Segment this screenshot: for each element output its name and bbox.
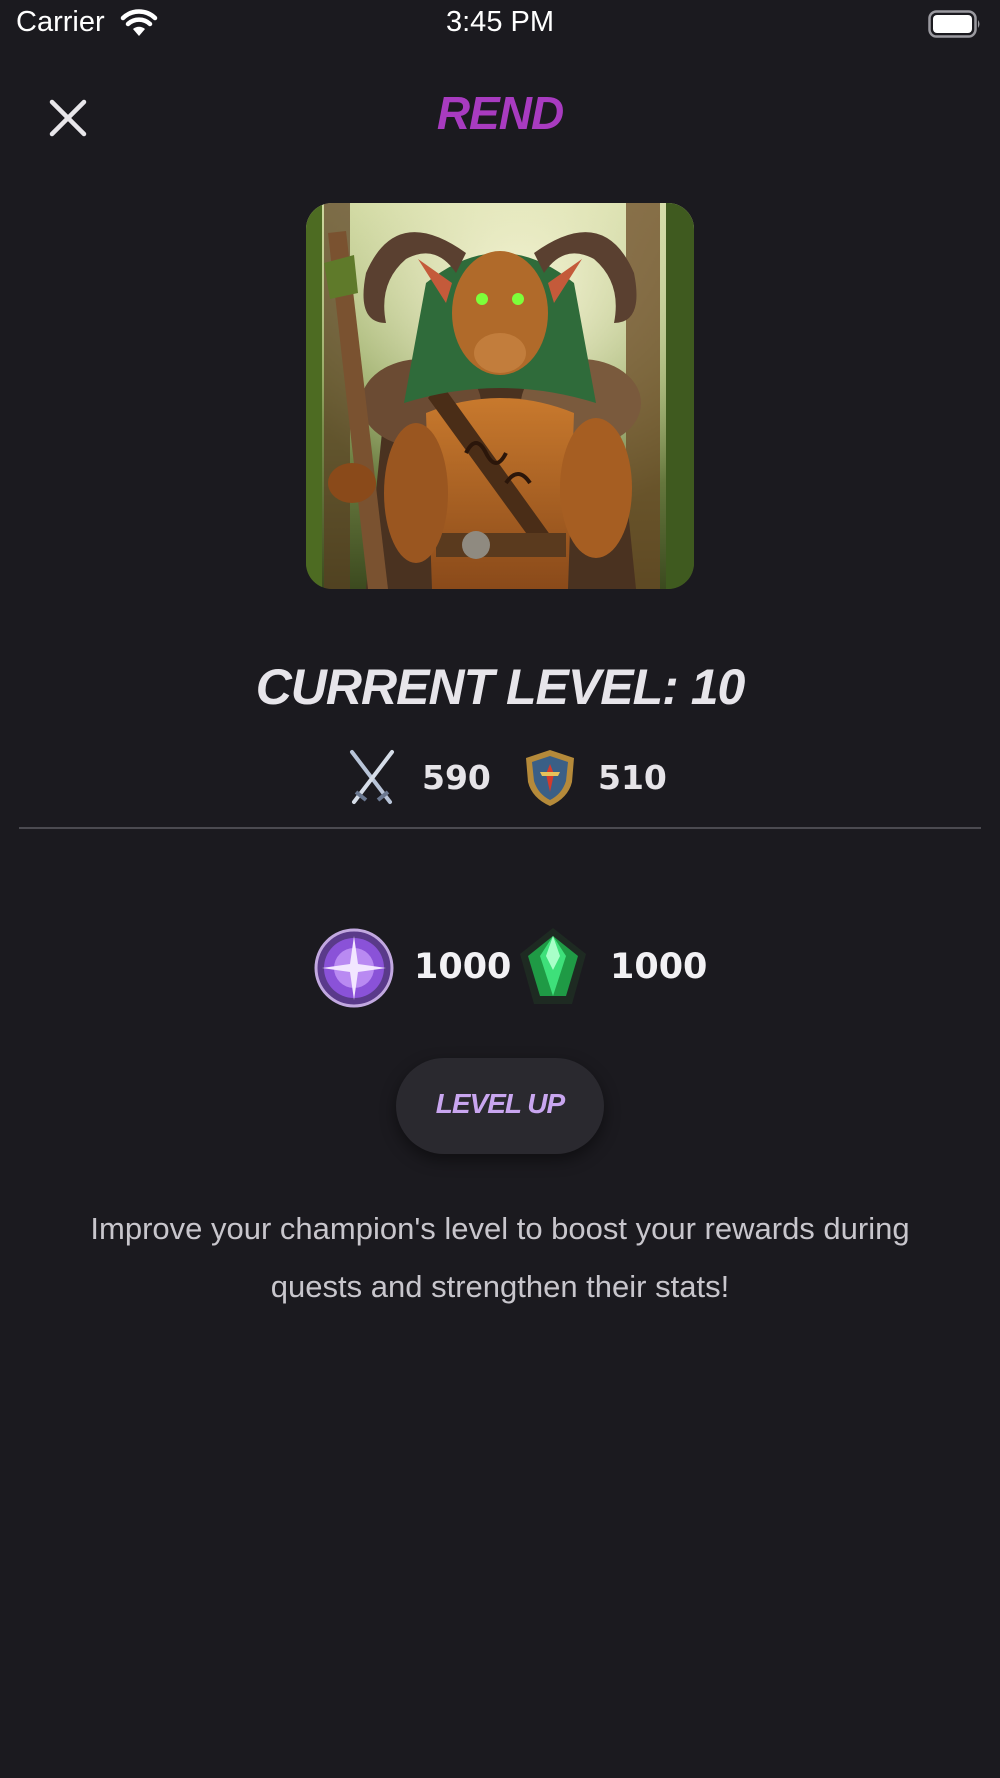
status-bar: Carrier 3:45 PM xyxy=(0,0,1000,50)
defense-stat: 510 xyxy=(520,748,667,808)
green-gem-value: 1000 xyxy=(610,947,708,987)
level-up-description: Improve your champion's level to boost y… xyxy=(90,1211,910,1304)
crossed-swords-icon xyxy=(350,750,394,804)
purple-orb-value: 1000 xyxy=(414,947,512,987)
battery-icon xyxy=(928,10,980,38)
champion-name-title: REND xyxy=(436,87,564,139)
defense-value: 510 xyxy=(598,758,667,797)
green-gem-icon xyxy=(520,928,586,1004)
clock: 3:45 PM xyxy=(446,6,554,38)
attack-stat: 590 xyxy=(346,748,491,808)
level-up-button[interactable]: LEVEL UP xyxy=(396,1058,604,1154)
divider xyxy=(19,827,981,829)
champion-portrait xyxy=(306,203,694,589)
current-level-heading: CURRENT LEVEL: 10 xyxy=(255,659,746,715)
purple-orb-icon xyxy=(314,928,394,1008)
attack-value: 590 xyxy=(422,758,491,797)
shield-icon xyxy=(526,750,574,806)
level-up-label: LEVEL UP xyxy=(435,1088,565,1119)
